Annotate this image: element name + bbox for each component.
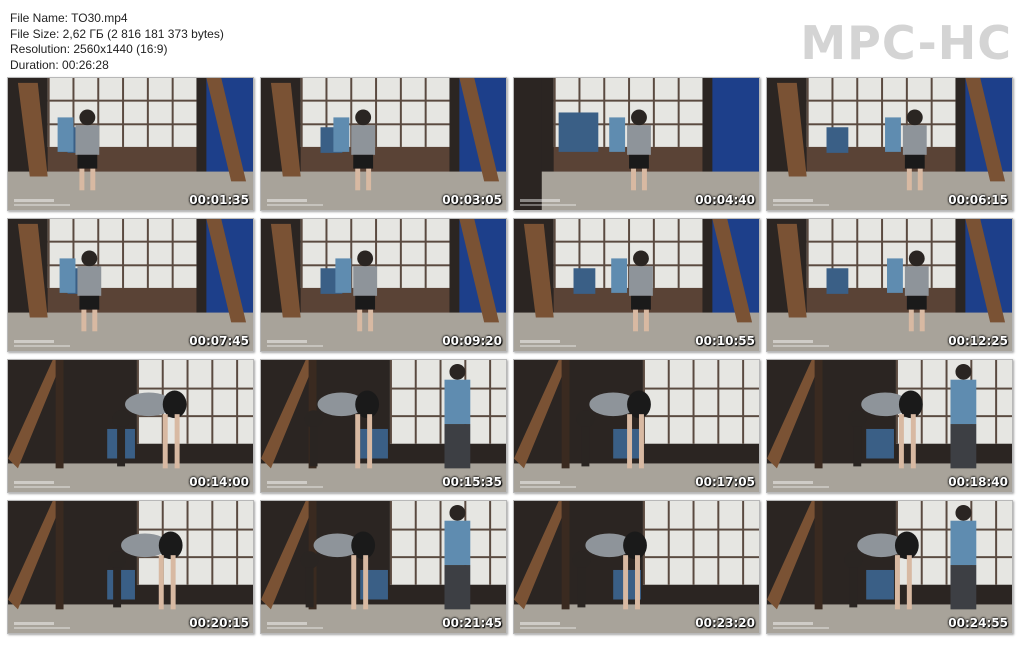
thumbnail-frame-image: [514, 219, 759, 351]
thumbnail-timestamp: 00:06:15: [948, 193, 1008, 207]
watermark: [14, 481, 54, 484]
file-info-panel: File Name: TO30.mp4 File Size: 2,62 ГБ (…: [10, 11, 224, 73]
thumbnail: 00:23:20: [513, 500, 760, 634]
thumbnail-frame-image: [8, 78, 253, 210]
thumbnail-timestamp: 00:07:45: [189, 334, 249, 348]
thumbnail-timestamp: 00:20:15: [189, 616, 249, 630]
watermark: [14, 340, 54, 343]
thumbnail-frame-image: [767, 219, 1012, 351]
mpc-hc-logo: MPC-HC: [800, 16, 1012, 70]
thumbnail-timestamp: 00:24:55: [948, 616, 1008, 630]
watermark: [773, 481, 813, 484]
thumbnail: 00:04:40: [513, 77, 760, 211]
thumbnail-frame-image: [8, 501, 253, 633]
thumbnail-timestamp: 00:03:05: [442, 193, 502, 207]
watermark: [267, 340, 307, 343]
watermark-line: [14, 486, 70, 488]
watermark-line: [14, 204, 70, 206]
thumbnail: 00:03:05: [260, 77, 507, 211]
thumbnail: 00:07:45: [7, 218, 254, 352]
thumbnail-timestamp: 00:17:05: [695, 475, 755, 489]
watermark-line: [14, 627, 70, 629]
thumbnail: 00:24:55: [766, 500, 1013, 634]
watermark-line: [773, 345, 829, 347]
thumbnail: 00:15:35: [260, 359, 507, 493]
thumbnail-grid: 00:01:35 00:03:05 00:04:40 00:06:15 00:07:45…: [7, 77, 1019, 637]
thumbnail-timestamp: 00:12:25: [948, 334, 1008, 348]
watermark-line: [773, 486, 829, 488]
watermark: [267, 622, 307, 625]
file-name-text: File Name: TO30.mp4: [10, 11, 128, 25]
thumbnail-frame-image: [8, 219, 253, 351]
thumbnail-frame-image: [767, 501, 1012, 633]
watermark: [267, 199, 307, 202]
thumbnail-timestamp: 00:14:00: [189, 475, 249, 489]
thumbnail: 00:09:20: [260, 218, 507, 352]
thumbnail-frame-image: [514, 360, 759, 492]
watermark: [267, 481, 307, 484]
watermark-line: [267, 345, 323, 347]
thumbnail: 00:06:15: [766, 77, 1013, 211]
thumbnail-frame-image: [514, 78, 759, 210]
watermark-line: [267, 486, 323, 488]
watermark: [520, 199, 560, 202]
watermark-line: [520, 627, 576, 629]
thumbnail-frame-image: [514, 501, 759, 633]
thumbnail: 00:21:45: [260, 500, 507, 634]
watermark: [14, 199, 54, 202]
thumbnail: 00:20:15: [7, 500, 254, 634]
thumbnail: 00:14:00: [7, 359, 254, 493]
watermark: [773, 340, 813, 343]
watermark: [773, 622, 813, 625]
thumbnail-timestamp: 00:01:35: [189, 193, 249, 207]
thumbnail-frame-image: [261, 219, 506, 351]
watermark-line: [267, 204, 323, 206]
watermark-line: [773, 627, 829, 629]
thumbnail-timestamp: 00:18:40: [948, 475, 1008, 489]
watermark-line: [520, 486, 576, 488]
watermark: [14, 622, 54, 625]
thumbnail: 00:17:05: [513, 359, 760, 493]
thumbnail: 00:10:55: [513, 218, 760, 352]
thumbnail-timestamp: 00:23:20: [695, 616, 755, 630]
thumbnail: 00:12:25: [766, 218, 1013, 352]
thumbnail-timestamp: 00:04:40: [695, 193, 755, 207]
thumbnail: 00:01:35: [7, 77, 254, 211]
watermark-line: [520, 345, 576, 347]
thumbnail-frame-image: [261, 78, 506, 210]
watermark-line: [267, 627, 323, 629]
thumbnail-frame-image: [8, 360, 253, 492]
watermark-line: [14, 345, 70, 347]
thumbnail: 00:18:40: [766, 359, 1013, 493]
watermark: [773, 199, 813, 202]
thumbnail-frame-image: [261, 360, 506, 492]
duration-text: Duration: 00:26:28: [10, 57, 109, 72]
thumbnail-timestamp: 00:21:45: [442, 616, 502, 630]
watermark: [520, 622, 560, 625]
thumbnail-timestamp: 00:09:20: [442, 334, 502, 348]
watermark-line: [520, 204, 576, 206]
file-size-text: File Size: 2,62 ГБ (2 816 181 373 bytes): [10, 26, 224, 41]
watermark-line: [773, 204, 829, 206]
thumbnail-timestamp: 00:10:55: [695, 334, 755, 348]
thumbnail-timestamp: 00:15:35: [442, 475, 502, 489]
thumbnail-frame-image: [261, 501, 506, 633]
thumbnail-frame-image: [767, 360, 1012, 492]
watermark: [520, 481, 560, 484]
resolution-text: Resolution: 2560x1440 (16:9): [10, 42, 168, 57]
thumbnail-frame-image: [767, 78, 1012, 210]
watermark: [520, 340, 560, 343]
